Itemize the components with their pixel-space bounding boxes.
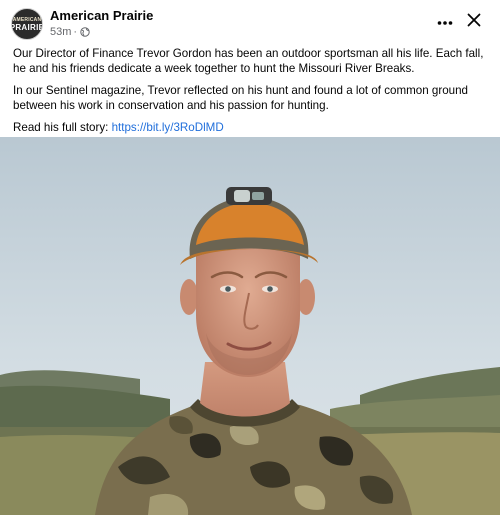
close-button[interactable] [462,10,486,34]
page-name-link[interactable]: American Prairie [50,8,153,23]
avatar-text-bottom: PRAIRIE [11,22,43,32]
read-more-prefix: Read his full story: [13,121,112,134]
post-paragraph-2: In our Sentinel magazine, Trevor reflect… [13,84,469,112]
page-avatar[interactable]: AMERICAN PRAIRIE [11,8,43,40]
post-timestamp[interactable]: 53m [50,26,71,38]
more-dots-icon [437,13,453,31]
post-message: Our Director of Finance Trevor Gordon ha… [13,46,491,142]
close-icon [466,12,482,33]
hunter-portrait-image [0,137,500,515]
post-meta: 53m · [50,26,90,38]
globe-icon [80,27,90,37]
post-header: AMERICAN PRAIRIE American Prairie 53m · [0,0,500,40]
post-paragraph-3: Read his full story: https://bit.ly/3RoD… [13,120,491,135]
story-link[interactable]: https://bit.ly/3RoDlMD [112,121,224,134]
post-photo[interactable] [0,137,500,515]
post-paragraph-1: Our Director of Finance Trevor Gordon ha… [13,47,484,75]
meta-separator: · [73,26,78,38]
more-options-button[interactable] [431,10,459,34]
post-card: AMERICAN PRAIRIE American Prairie 53m · [0,0,500,515]
